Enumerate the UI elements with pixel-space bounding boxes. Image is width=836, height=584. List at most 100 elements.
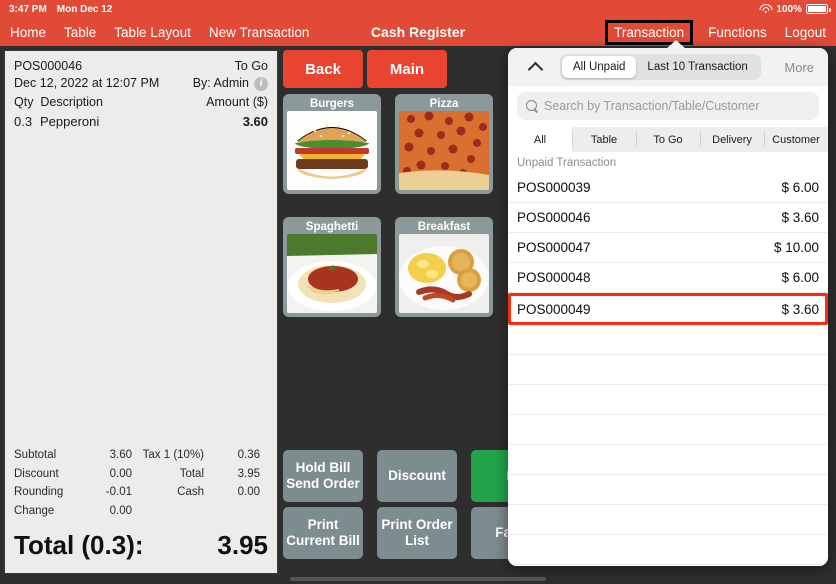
spaghetti-image <box>287 234 377 313</box>
receipt-body-spacer <box>5 131 277 446</box>
transaction-amount: $ 6.00 <box>781 180 819 195</box>
chevron-up-icon[interactable] <box>518 53 552 81</box>
totals-label-discount: Discount <box>14 467 59 480</box>
popup-pointer-icon <box>666 40 686 49</box>
main-button[interactable]: Main <box>367 50 447 88</box>
hold-bill-send-order-button[interactable]: Hold Bill Send Order <box>283 450 363 502</box>
totals-label-tax1: Tax 1 (10%) <box>142 449 204 461</box>
grand-total-label: Total (0.3): <box>14 530 144 560</box>
segment-all-unpaid[interactable]: All Unpaid <box>562 56 637 78</box>
nav-bar: Cash Register Home Table Table Layout Ne… <box>0 18 836 46</box>
category-tile-label: Pizza <box>429 98 459 110</box>
filter-tab-table[interactable]: Table <box>572 127 636 152</box>
filter-tab-to-go[interactable]: To Go <box>636 127 700 152</box>
segment-last-10-transaction[interactable]: Last 10 Transaction <box>636 56 758 78</box>
status-time: 3:47 PM <box>9 3 47 15</box>
transaction-amount: $ 3.60 <box>781 210 819 225</box>
search-icon <box>526 100 538 112</box>
top-button-group: Back Main <box>283 50 447 88</box>
receipt-col-description: Description <box>40 95 103 109</box>
nav-table[interactable]: Table <box>64 25 96 40</box>
table-row[interactable]: POS000048 $ 6.00 <box>508 263 828 293</box>
transaction-popup: All Unpaid Last 10 Transaction More Sear… <box>508 48 828 566</box>
filter-tab-customer[interactable]: Customer <box>764 127 828 152</box>
table-row[interactable]: POS000039 $ 6.00 <box>508 173 828 203</box>
receipt-by-group: By: Admin i <box>193 75 268 92</box>
nav-table-layout[interactable]: Table Layout <box>114 25 191 40</box>
discount-button[interactable]: Discount <box>377 450 457 502</box>
transaction-id: POS000048 <box>517 270 591 285</box>
receipt-order-type: To Go <box>234 59 268 73</box>
receipt-totals: Subtotal 3.60 Tax 1 (10%) 0.36 Discount … <box>5 446 277 520</box>
nav-new-transaction[interactable]: New Transaction <box>209 25 310 40</box>
section-label-unpaid-transaction: Unpaid Transaction <box>508 152 828 173</box>
battery-percent: 100% <box>776 3 802 15</box>
totals-label-subtotal: Subtotal <box>14 449 57 461</box>
table-row-selected[interactable]: POS000049 $ 3.60 <box>508 293 828 325</box>
totals-label-blank <box>132 502 204 521</box>
table-row-empty <box>508 415 828 445</box>
nav-right-group: Transaction Functions Logout <box>605 18 826 46</box>
table-row[interactable]: POS000046 $ 3.60 <box>508 203 828 233</box>
popup-segmented-control: All Unpaid Last 10 Transaction <box>560 54 761 80</box>
receipt-header: POS000046 To Go Dec 12, 2022 at 12:07 PM… <box>5 51 277 131</box>
table-row-empty <box>508 535 828 565</box>
receipt-line-item[interactable]: 0.3 Pepperoni 3.60 <box>14 112 268 131</box>
info-icon[interactable]: i <box>254 76 268 91</box>
table-row-empty <box>508 385 828 415</box>
filter-tab-all[interactable]: All <box>508 127 572 152</box>
receipt-order-row: POS000046 To Go <box>14 58 268 75</box>
receipt-order-number: POS000046 <box>14 59 83 73</box>
burger-image <box>287 111 377 190</box>
nav-left-group: Home Table Table Layout New Transaction <box>10 18 309 46</box>
totals-value-tax1: 0.36 <box>237 449 260 461</box>
home-indicator <box>290 577 546 581</box>
filter-tab-delivery[interactable]: Delivery <box>700 127 764 152</box>
totals-value-change: 0.00 <box>109 504 132 517</box>
category-tile-burgers[interactable]: Burgers <box>283 94 381 194</box>
transaction-id: POS000039 <box>517 180 591 195</box>
table-row-empty <box>508 325 828 355</box>
category-tile-pizza[interactable]: Pizza <box>395 94 493 194</box>
totals-label-cash: Cash <box>177 486 204 498</box>
transaction-list[interactable]: POS000039 $ 6.00 POS000046 $ 3.60 POS000… <box>508 173 828 566</box>
wifi-icon <box>759 4 773 14</box>
table-row[interactable]: POS000047 $ 10.00 <box>508 233 828 263</box>
nav-functions[interactable]: Functions <box>708 25 767 40</box>
more-button[interactable]: More <box>784 60 818 75</box>
popup-filter-tabs: All Table To Go Delivery Customer <box>508 127 828 152</box>
pos-screen: 3:47 PM Mon Dec 12 100% Cash Register Ho… <box>0 0 836 584</box>
totals-grid: Subtotal 3.60 Tax 1 (10%) 0.36 Discount … <box>14 446 268 520</box>
search-input[interactable]: Search by Transaction/Table/Customer <box>517 92 819 120</box>
status-bar-left: 3:47 PM Mon Dec 12 <box>9 4 112 15</box>
print-current-bill-button[interactable]: Print Current Bill <box>283 507 363 559</box>
transaction-amount: $ 10.00 <box>773 240 819 255</box>
category-tile-breakfast[interactable]: Breakfast <box>395 217 493 317</box>
table-row-empty <box>508 445 828 475</box>
totals-value-total: 3.95 <box>237 467 260 480</box>
back-button[interactable]: Back <box>283 50 363 88</box>
category-tile-label: Breakfast <box>417 221 471 233</box>
transaction-id: POS000047 <box>517 240 591 255</box>
status-bar: 3:47 PM Mon Dec 12 100% <box>0 0 836 18</box>
print-order-list-button[interactable]: Print Order List <box>377 507 457 559</box>
battery-icon <box>806 4 831 14</box>
table-row-empty <box>508 475 828 505</box>
nav-transaction[interactable]: Transaction <box>605 19 694 45</box>
table-row-empty <box>508 355 828 385</box>
nav-logout[interactable]: Logout <box>785 25 826 40</box>
search-placeholder: Search by Transaction/Table/Customer <box>544 99 760 113</box>
status-bar-right: 100% <box>759 3 831 15</box>
receipt-by: By: Admin <box>192 76 249 90</box>
status-date: Mon Dec 12 <box>56 3 113 15</box>
nav-home[interactable]: Home <box>10 25 46 40</box>
transaction-amount: $ 6.00 <box>781 270 819 285</box>
breakfast-image <box>399 234 489 313</box>
category-tile-spaghetti[interactable]: Spaghetti <box>283 217 381 317</box>
transaction-id: POS000049 <box>517 301 591 317</box>
receipt-meta-row: Dec 12, 2022 at 12:07 PM By: Admin i <box>14 75 268 92</box>
popup-header: All Unpaid Last 10 Transaction More <box>508 48 828 86</box>
totals-value-blank <box>204 502 260 521</box>
totals-label-change: Change <box>14 504 55 517</box>
transaction-id: POS000046 <box>517 210 591 225</box>
